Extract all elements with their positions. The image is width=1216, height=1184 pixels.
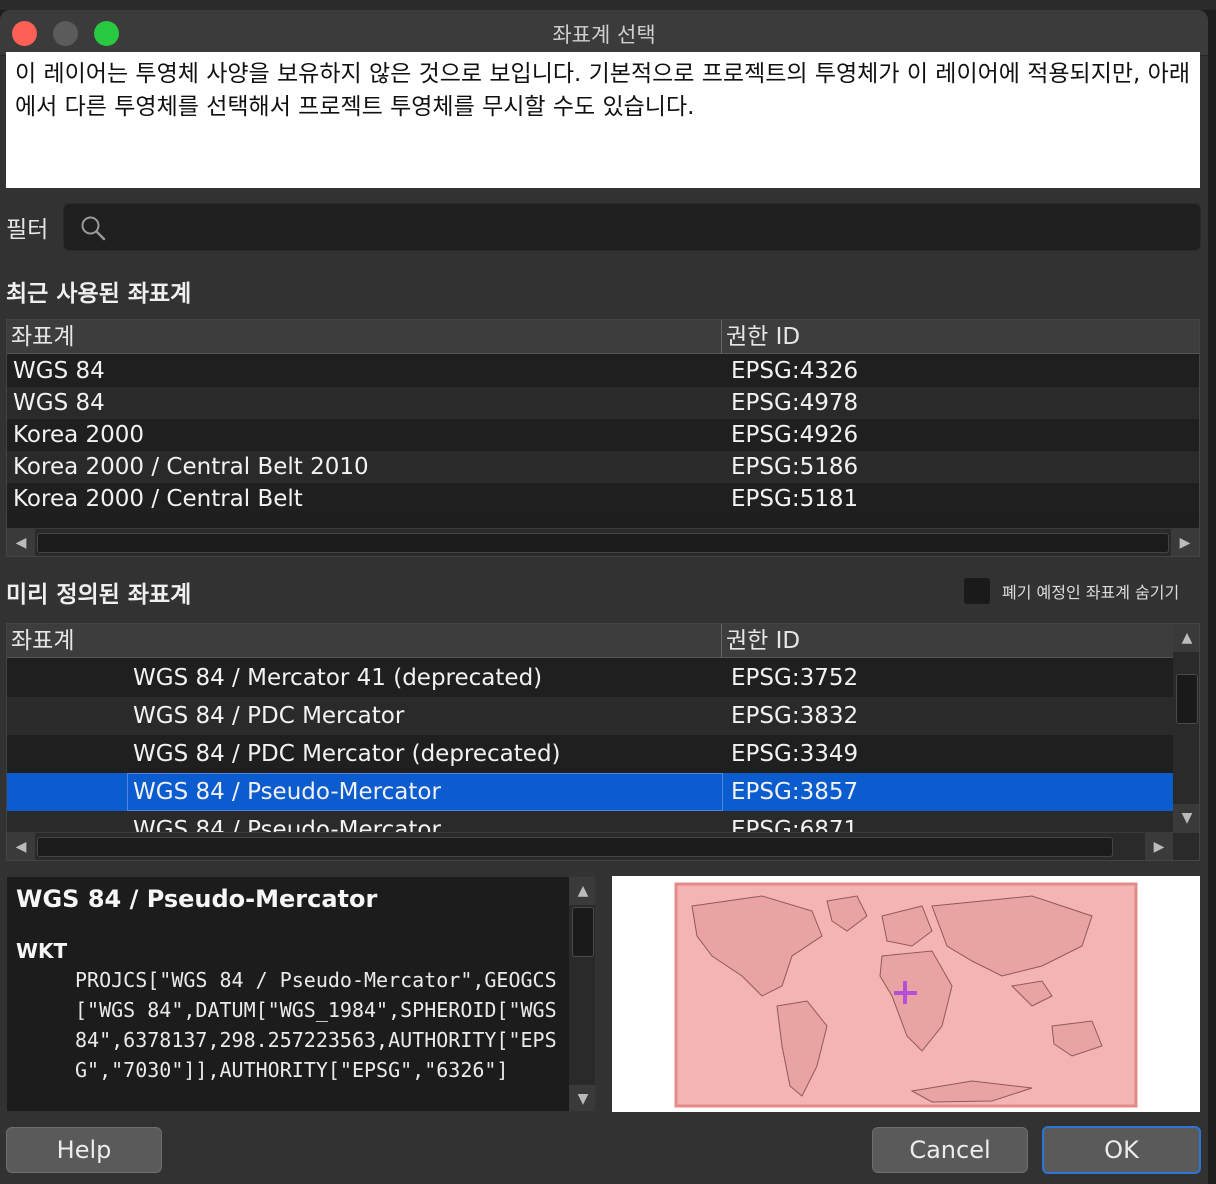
scroll-thumb[interactable] bbox=[572, 907, 594, 957]
crs-id: EPSG:4978 bbox=[731, 390, 859, 416]
scroll-left-icon[interactable]: ◀ bbox=[7, 833, 35, 860]
table-row[interactable]: WGS 84 EPSG:4978 bbox=[7, 387, 1199, 419]
info-message: 이 레이어는 투영체 사양을 보유하지 않은 것으로 보입니다. 기본적으로 프… bbox=[6, 52, 1200, 188]
crs-name: WGS 84 / PDC Mercator (deprecated) bbox=[133, 741, 561, 767]
table-row[interactable]: WGS 84 / PDC Mercator EPSG:3832 bbox=[7, 697, 1173, 735]
table-header: 좌표계 권한 ID bbox=[7, 320, 1199, 354]
crs-name: WGS 84 / PDC Mercator bbox=[133, 703, 405, 729]
table-row[interactable]: Korea 2000 / Central Belt 2010 EPSG:5186 bbox=[7, 451, 1199, 483]
crs-name: Korea 2000 bbox=[13, 422, 145, 448]
table-row[interactable]: WGS 84 / Mercator 41 (deprecated) EPSG:3… bbox=[7, 659, 1173, 697]
scroll-track[interactable] bbox=[37, 837, 1113, 857]
crs-details-title: WGS 84 / Pseudo-Mercator bbox=[16, 885, 378, 913]
column-header-authority-id[interactable]: 권한 ID bbox=[721, 320, 1199, 354]
table-row[interactable]: WGS 84 / Pseudo-Mercator EPSG:6871 bbox=[7, 811, 1173, 832]
table-header: 좌표계 권한 ID bbox=[7, 624, 1173, 658]
crs-id: EPSG:3857 bbox=[731, 779, 859, 805]
table-row[interactable]: Korea 2000 / Central Belt EPSG:5181 bbox=[7, 483, 1199, 515]
vertical-scrollbar[interactable]: ▲ ▼ bbox=[1173, 624, 1199, 832]
help-button[interactable]: Help bbox=[6, 1127, 162, 1173]
scroll-track[interactable] bbox=[37, 533, 1169, 553]
scroll-down-icon[interactable]: ▼ bbox=[569, 1085, 595, 1111]
recent-crs-title: 최근 사용된 좌표계 bbox=[6, 281, 192, 307]
window-title: 좌표계 선택 bbox=[552, 23, 656, 47]
wkt-label: WKT bbox=[16, 939, 68, 963]
cancel-button[interactable]: Cancel bbox=[872, 1127, 1028, 1173]
hide-deprecated-label[interactable]: 폐기 예정인 좌표계 숨기기 bbox=[1002, 579, 1179, 603]
title-bar: 좌표계 선택 bbox=[0, 10, 1208, 56]
horizontal-scrollbar[interactable]: ◀ ▶ bbox=[7, 832, 1199, 860]
scroll-right-icon[interactable]: ▶ bbox=[1145, 833, 1173, 860]
column-header-crs[interactable]: 좌표계 bbox=[7, 624, 721, 658]
crs-id: EPSG:5181 bbox=[731, 486, 859, 512]
crs-id: EPSG:6871 bbox=[731, 817, 859, 832]
crs-name: WGS 84 bbox=[13, 390, 105, 416]
table-row[interactable]: WGS 84 / PDC Mercator (deprecated) EPSG:… bbox=[7, 735, 1173, 773]
crs-id: EPSG:3752 bbox=[731, 665, 859, 691]
crs-id: EPSG:5186 bbox=[731, 454, 859, 480]
crs-extent-map bbox=[612, 876, 1200, 1112]
wkt-text: PROJCS["WGS 84 / Pseudo-Mercator",GEOGCS… bbox=[75, 968, 557, 1082]
world-map-icon bbox=[674, 882, 1138, 1108]
crs-name: WGS 84 / Mercator 41 (deprecated) bbox=[133, 665, 543, 691]
table-row[interactable]: WGS 84 EPSG:4326 bbox=[7, 355, 1199, 387]
predefined-crs-title: 미리 정의된 좌표계 bbox=[6, 582, 192, 608]
scroll-thumb[interactable] bbox=[1176, 674, 1198, 724]
scroll-right-icon[interactable]: ▶ bbox=[1171, 529, 1199, 556]
horizontal-scrollbar[interactable]: ◀ ▶ bbox=[7, 528, 1199, 556]
recent-crs-table: 좌표계 권한 ID WGS 84 EPSG:4326 WGS 84 EPSG:4… bbox=[6, 319, 1200, 557]
filter-label: 필터 bbox=[6, 217, 49, 243]
crs-id: EPSG:4326 bbox=[731, 358, 859, 384]
vertical-scrollbar[interactable]: ▲ ▼ bbox=[569, 877, 595, 1111]
scroll-down-icon[interactable]: ▼ bbox=[1173, 804, 1199, 832]
ok-button[interactable]: OK bbox=[1042, 1126, 1201, 1174]
crs-name: WGS 84 / Pseudo-Mercator bbox=[127, 773, 723, 811]
table-row-selected[interactable]: WGS 84 / Pseudo-Mercator EPSG:3857 bbox=[7, 773, 1173, 811]
crs-details-panel: WGS 84 / Pseudo-Mercator WKT PROJCS["WGS… bbox=[6, 876, 596, 1112]
column-header-crs[interactable]: 좌표계 bbox=[7, 320, 721, 354]
scroll-up-icon[interactable]: ▲ bbox=[1173, 624, 1199, 652]
crs-name: Korea 2000 / Central Belt bbox=[13, 486, 303, 512]
hide-deprecated-checkbox[interactable] bbox=[963, 577, 991, 605]
scroll-up-icon[interactable]: ▲ bbox=[569, 877, 595, 905]
table-row[interactable]: Korea 2000 EPSG:4926 bbox=[7, 419, 1199, 451]
predefined-crs-table: 좌표계 권한 ID WGS 84 / Mercator 41 (deprecat… bbox=[6, 623, 1200, 861]
crs-id: EPSG:4926 bbox=[731, 422, 859, 448]
crs-name: WGS 84 / Pseudo-Mercator bbox=[133, 817, 441, 832]
crs-id: EPSG:3832 bbox=[731, 703, 859, 729]
scroll-left-icon[interactable]: ◀ bbox=[7, 529, 35, 556]
crs-name: Korea 2000 / Central Belt 2010 bbox=[13, 454, 369, 480]
crs-id: EPSG:3349 bbox=[731, 741, 859, 767]
search-icon bbox=[81, 216, 106, 241]
crs-name: WGS 84 bbox=[13, 358, 105, 384]
desktop-background bbox=[0, 0, 1216, 10]
filter-input[interactable] bbox=[63, 203, 1201, 251]
column-header-authority-id[interactable]: 권한 ID bbox=[721, 624, 1173, 658]
